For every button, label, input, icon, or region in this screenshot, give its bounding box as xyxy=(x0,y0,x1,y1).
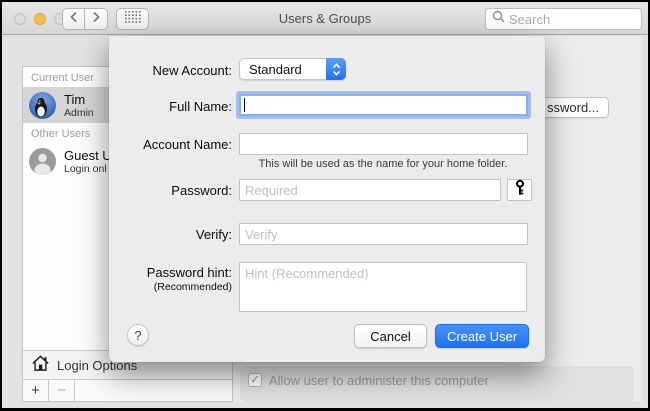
current-user-role: Admin xyxy=(64,106,94,119)
verify-input[interactable] xyxy=(239,223,528,245)
new-account-popup-value: Standard xyxy=(249,61,302,77)
admin-options-panel: ✓ Allow user to administer this computer xyxy=(240,366,634,402)
account-name-input[interactable] xyxy=(239,133,528,155)
text-caret xyxy=(244,98,245,112)
popup-chevrons-icon xyxy=(326,58,346,80)
change-password-label: ssword... xyxy=(547,100,600,115)
search-icon xyxy=(492,10,505,28)
new-account-sheet: New Account: Standard Full Name: Account… xyxy=(109,36,545,362)
new-account-label: New Account: xyxy=(152,63,233,78)
password-hint-label: Password hint: xyxy=(146,265,232,280)
search-input[interactable] xyxy=(509,11,635,27)
add-user-button[interactable]: + xyxy=(23,380,49,401)
remove-user-button[interactable]: − xyxy=(49,380,75,401)
password-hint-input[interactable] xyxy=(239,262,527,312)
pm-bar-filler xyxy=(75,380,232,401)
add-remove-bar: + − xyxy=(23,379,232,401)
current-user-name: Tim xyxy=(64,91,86,107)
penguin-avatar-image xyxy=(35,97,47,117)
guest-avatar xyxy=(29,147,56,175)
change-password-button[interactable]: ssword... xyxy=(545,97,609,118)
password-hint-sublabel: (Recommended) xyxy=(153,281,232,293)
account-name-help-text: This will be used as the name for your h… xyxy=(258,158,508,170)
toolbar: Users & Groups xyxy=(2,2,648,35)
full-name-label: Full Name: xyxy=(169,99,232,114)
password-input[interactable] xyxy=(239,179,501,201)
user-avatar xyxy=(29,91,56,119)
create-user-button[interactable]: Create User xyxy=(435,324,529,348)
cancel-button[interactable]: Cancel xyxy=(354,324,427,348)
guest-user-name: Guest U xyxy=(64,147,112,163)
password-label: Password: xyxy=(171,183,232,198)
account-name-label: Account Name: xyxy=(143,137,232,152)
key-icon xyxy=(514,179,526,201)
password-assistant-button[interactable] xyxy=(507,179,532,201)
guest-user-role: Login onl xyxy=(64,162,107,175)
allow-administer-label: Allow user to administer this computer xyxy=(269,373,489,388)
help-button[interactable]: ? xyxy=(127,324,149,346)
full-name-input[interactable] xyxy=(239,94,528,116)
new-account-popup[interactable]: Standard xyxy=(239,58,346,80)
home-icon xyxy=(31,354,50,377)
person-silhouette-icon xyxy=(34,153,51,175)
users-groups-window: Users & Groups ssword... ✓ Allow user to… xyxy=(0,0,650,411)
verify-label: Verify: xyxy=(195,227,232,242)
search-field[interactable] xyxy=(485,8,642,30)
allow-administer-checkbox[interactable]: ✓ xyxy=(248,373,262,387)
